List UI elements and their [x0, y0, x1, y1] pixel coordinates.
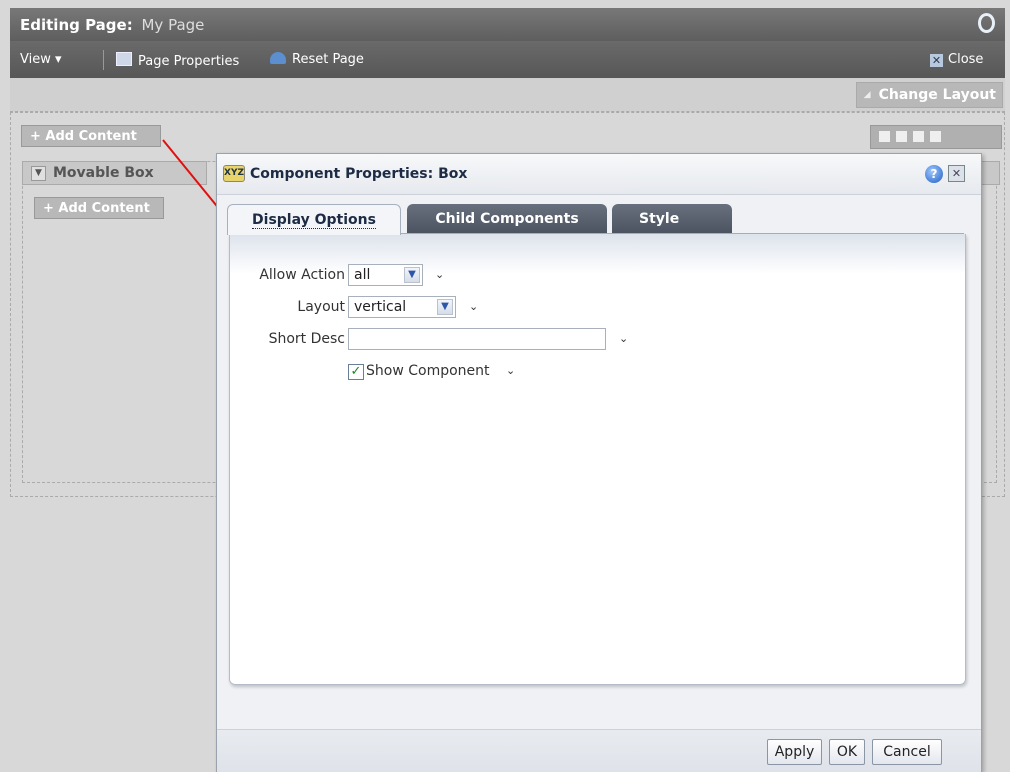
dropdown-arrow-icon[interactable]: ▼ [404, 267, 420, 283]
apply-button[interactable]: Apply [767, 739, 822, 765]
short-desc-input[interactable] [348, 328, 606, 350]
display-options-panel: Allow Action all ▼ ⌄ Layout vertical ▼ ⌄… [229, 234, 966, 685]
tab-style-label: Style [639, 211, 680, 227]
change-layout-button[interactable]: Change Layout [855, 82, 1003, 108]
page-properties-icon [116, 52, 132, 66]
page-properties-button[interactable]: Page Properties [116, 52, 239, 69]
layout-select[interactable]: vertical ▼ [348, 296, 456, 318]
allow-action-expression-chevron-icon[interactable]: ⌄ [435, 268, 444, 281]
dropdown-arrow-icon[interactable]: ▼ [437, 299, 453, 315]
tab-child-components-label: Child Components [435, 211, 579, 227]
layout-label: Layout [297, 299, 345, 315]
show-component-label: Show Component [366, 363, 490, 379]
dialog-header[interactable]: XYZ Component Properties: Box ? ✕ [217, 154, 981, 195]
layout-bar: Change Layout [10, 78, 1005, 112]
show-component-checkbox[interactable]: ✓ [348, 364, 364, 380]
layout-expression-chevron-icon[interactable]: ⌄ [469, 300, 478, 313]
page-editor-titlebar: Editing Page: My Page [10, 8, 1005, 41]
layout-4-icon[interactable] [930, 131, 941, 142]
title-prefix: Editing Page: [20, 16, 133, 34]
close-label: Close [948, 52, 984, 67]
layout-1-icon[interactable] [879, 131, 890, 142]
ok-button[interactable]: OK [829, 739, 865, 765]
layout-3-icon[interactable] [913, 131, 924, 142]
dialog-close-icon[interactable]: ✕ [948, 165, 965, 182]
tab-style[interactable]: Style [612, 204, 732, 234]
collapse-chevron-icon[interactable]: ▼ [31, 166, 46, 181]
tab-child-components[interactable]: Child Components [407, 204, 607, 234]
tab-display-options-label: Display Options [252, 212, 376, 229]
help-icon[interactable]: ? [925, 165, 943, 183]
layout-value: vertical [354, 299, 407, 315]
view-menu[interactable]: View ▾ [20, 52, 62, 67]
short-desc-label: Short Desc [268, 331, 345, 347]
allow-action-label: Allow Action [259, 267, 345, 283]
close-editor-button[interactable]: ✕ Close [930, 52, 983, 67]
component-properties-dialog: XYZ Component Properties: Box ? ✕ Displa… [216, 153, 982, 772]
show-component-expression-chevron-icon[interactable]: ⌄ [506, 364, 515, 377]
allow-action-value: all [354, 267, 371, 283]
movable-box-header[interactable]: ▼ Movable Box [22, 161, 207, 185]
toolbar-divider [103, 50, 104, 70]
reset-page-button[interactable]: Reset Page [270, 52, 364, 67]
tab-display-options[interactable]: Display Options [227, 204, 401, 235]
close-icon: ✕ [930, 54, 943, 67]
add-content-button[interactable]: + Add Content [21, 125, 161, 147]
editor-toolbar: View ▾ Page Properties Reset Page ✕ Close [10, 41, 1005, 78]
layout-chooser[interactable] [870, 125, 1002, 149]
reset-page-label: Reset Page [292, 52, 364, 67]
page-title: Editing Page: My Page [20, 16, 204, 34]
box-add-content-button[interactable]: + Add Content [34, 197, 164, 219]
allow-action-select[interactable]: all ▼ [348, 264, 423, 286]
layout-2-icon[interactable] [896, 131, 907, 142]
reset-icon [270, 52, 286, 64]
dialog-title: Component Properties: Box [250, 166, 468, 182]
page-name: My Page [141, 16, 205, 34]
dialog-footer: Apply OK Cancel [217, 729, 981, 772]
cancel-button[interactable]: Cancel [872, 739, 942, 765]
page-properties-label: Page Properties [138, 54, 240, 69]
short-desc-expression-chevron-icon[interactable]: ⌄ [619, 332, 628, 345]
component-icon: XYZ [223, 165, 245, 182]
oracle-logo-icon [978, 13, 995, 33]
box-header-right [980, 161, 1000, 185]
movable-box-title: Movable Box [53, 165, 154, 181]
